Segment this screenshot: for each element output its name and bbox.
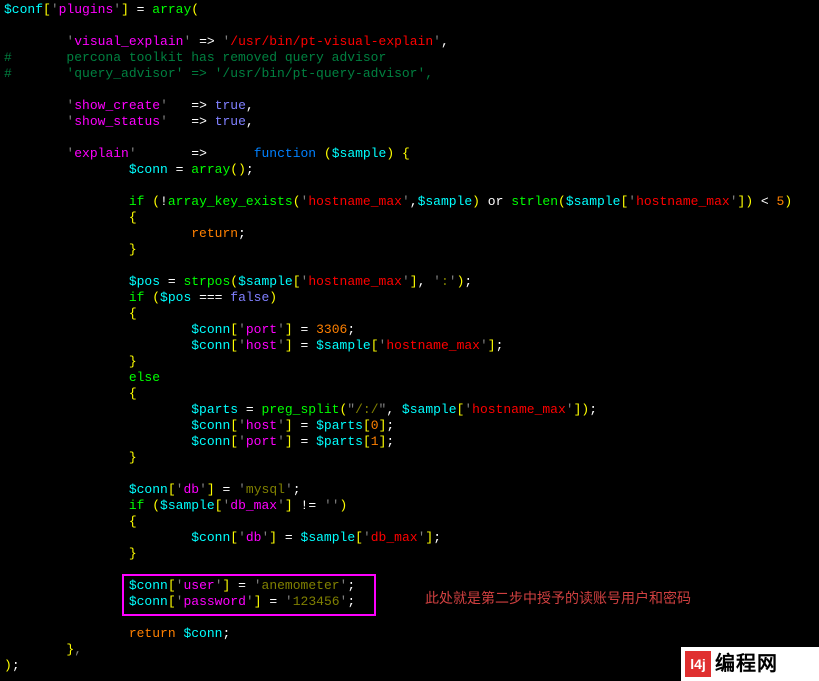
logo-text: 编程网 — [715, 656, 778, 672]
annotation-text: 此处就是第二步中授予的读账号用户和密码 — [425, 590, 691, 606]
logo-mark: l4j — [685, 651, 711, 677]
site-logo: l4j 编程网 — [681, 647, 819, 681]
code-editor: $conf['plugins'] = array( 'visual_explai… — [0, 0, 819, 674]
